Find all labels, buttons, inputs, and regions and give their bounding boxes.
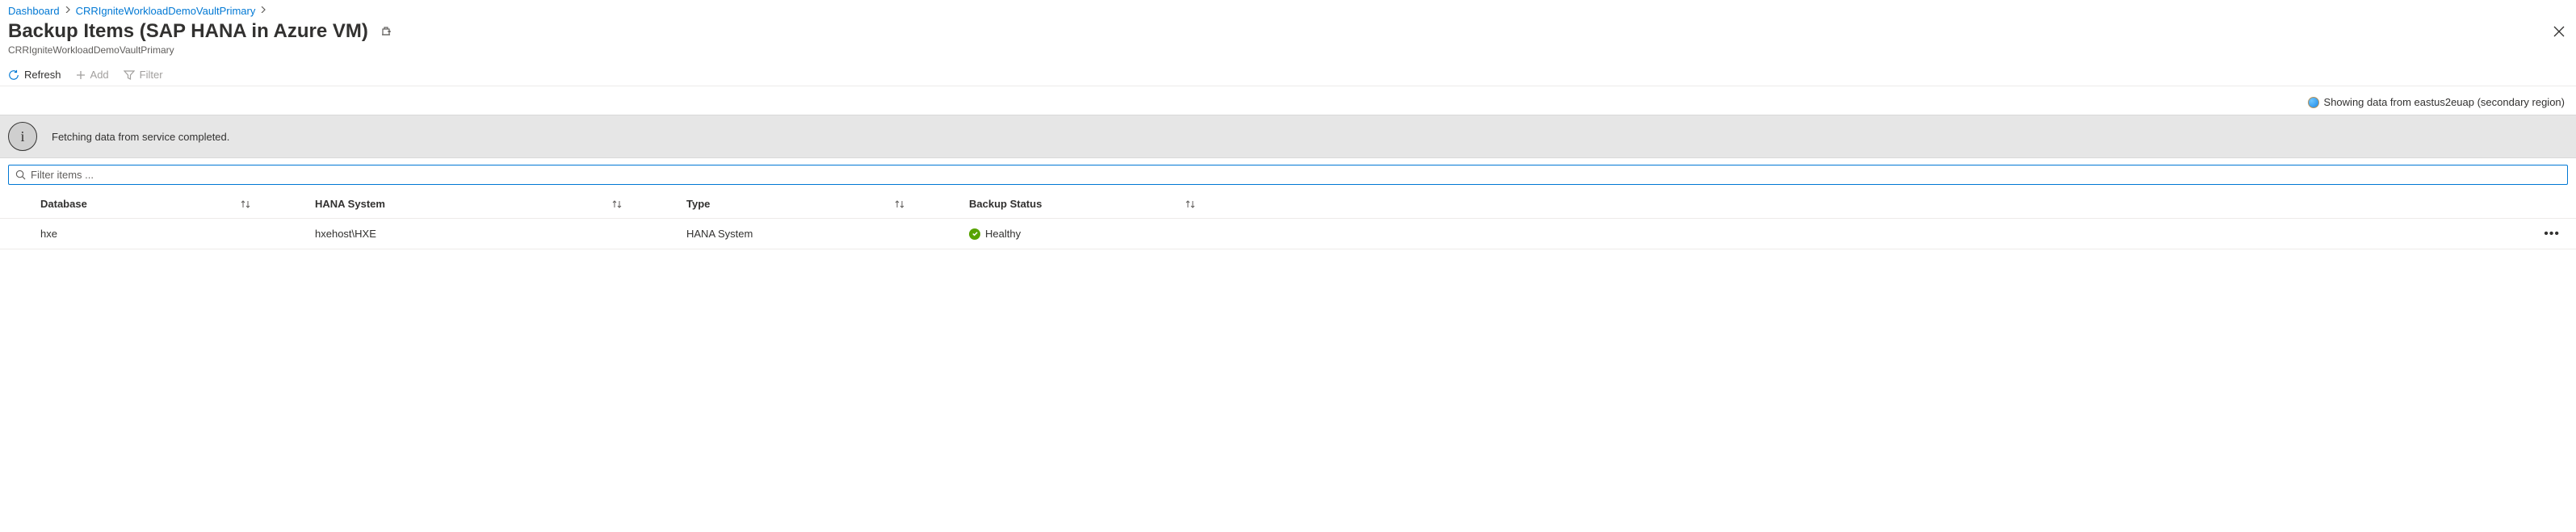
plus-icon bbox=[76, 70, 86, 80]
region-banner: Showing data from eastus2euap (secondary… bbox=[0, 86, 2576, 115]
sort-icon bbox=[241, 200, 250, 208]
column-header-hana-system[interactable]: HANA System bbox=[283, 198, 654, 210]
table-header: Database HANA System Type Backup Status bbox=[0, 190, 2576, 219]
refresh-label: Refresh bbox=[24, 69, 61, 81]
breadcrumb: Dashboard CRRIgniteWorkloadDemoVaultPrim… bbox=[0, 0, 2576, 17]
column-header-database[interactable]: Database bbox=[8, 198, 283, 210]
search-icon bbox=[15, 170, 26, 180]
cell-database: hxe bbox=[8, 228, 283, 240]
status-label: Healthy bbox=[985, 228, 1021, 240]
region-text: Showing data from eastus2euap (secondary… bbox=[2324, 96, 2565, 108]
close-icon[interactable] bbox=[2550, 23, 2568, 40]
row-context-menu[interactable]: ••• bbox=[2528, 227, 2568, 241]
pin-icon[interactable] bbox=[380, 25, 392, 38]
column-label: Type bbox=[686, 198, 710, 210]
toolbar: Refresh Add Filter bbox=[0, 64, 2576, 86]
info-bar: i Fetching data from service completed. bbox=[0, 115, 2576, 158]
globe-icon bbox=[2308, 97, 2319, 108]
column-header-backup-status[interactable]: Backup Status bbox=[937, 198, 1227, 210]
column-label: HANA System bbox=[315, 198, 385, 210]
cell-type: HANA System bbox=[654, 228, 937, 240]
add-label: Add bbox=[90, 69, 109, 81]
column-label: Backup Status bbox=[969, 198, 1042, 210]
column-header-type[interactable]: Type bbox=[654, 198, 937, 210]
info-text: Fetching data from service completed. bbox=[52, 131, 229, 143]
filter-input[interactable] bbox=[31, 169, 2561, 181]
table-row[interactable]: hxe hxehost\HXE HANA System Healthy ••• bbox=[0, 219, 2576, 249]
sort-icon bbox=[1185, 200, 1195, 208]
chevron-right-icon bbox=[260, 6, 266, 15]
status-healthy-icon bbox=[969, 228, 980, 240]
page-subtitle: CRRIgniteWorkloadDemoVaultPrimary bbox=[0, 43, 2576, 64]
backup-items-table: Database HANA System Type Backup Status bbox=[0, 190, 2576, 249]
cell-hana-system: hxehost\HXE bbox=[283, 228, 654, 240]
filter-label: Filter bbox=[140, 69, 163, 81]
chevron-right-icon bbox=[65, 6, 71, 15]
info-icon: i bbox=[8, 122, 37, 151]
more-icon: ••• bbox=[2544, 227, 2560, 241]
refresh-button[interactable]: Refresh bbox=[8, 69, 61, 81]
page-title: Backup Items (SAP HANA in Azure VM) bbox=[8, 20, 368, 43]
add-button: Add bbox=[76, 69, 109, 81]
sort-icon bbox=[895, 200, 904, 208]
filter-icon bbox=[124, 70, 135, 80]
cell-backup-status: Healthy bbox=[937, 228, 1227, 240]
filter-input-wrap[interactable] bbox=[8, 165, 2568, 185]
column-label: Database bbox=[40, 198, 87, 210]
filter-button: Filter bbox=[124, 69, 163, 81]
breadcrumb-link-dashboard[interactable]: Dashboard bbox=[8, 5, 60, 17]
sort-icon bbox=[612, 200, 622, 208]
refresh-icon bbox=[8, 69, 19, 81]
breadcrumb-link-vault[interactable]: CRRIgniteWorkloadDemoVaultPrimary bbox=[76, 5, 256, 17]
